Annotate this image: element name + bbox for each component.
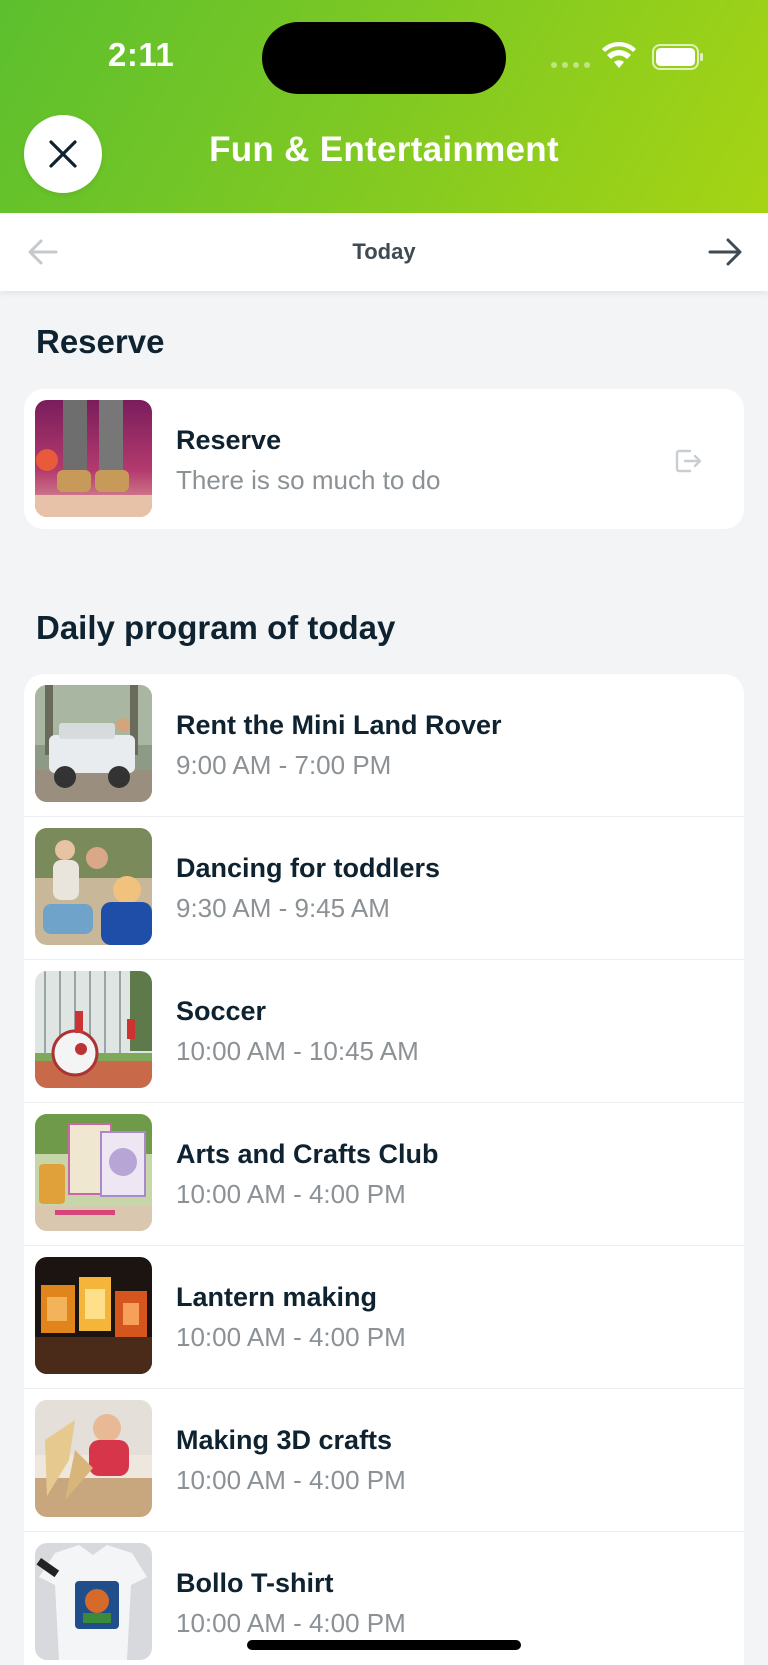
external-link-icon[interactable]	[672, 445, 704, 477]
lantern-thumbnail	[35, 1257, 152, 1374]
t-shirt-thumbnail	[35, 1543, 152, 1660]
soccer-thumbnail	[35, 971, 152, 1088]
dynamic-island	[262, 22, 506, 94]
status-time: 2:11	[108, 36, 175, 73]
reserve-row[interactable]: Reserve There is so much to do	[24, 389, 744, 529]
land-rover-thumbnail	[35, 685, 152, 802]
wifi-icon	[602, 42, 636, 68]
program-item-time: 10:00 AM - 10:45 AM	[176, 1036, 419, 1066]
program-item[interactable]: Dancing for toddlers 9:30 AM - 9:45 AM	[24, 817, 744, 960]
program-item-time: 10:00 AM - 4:00 PM	[176, 1179, 406, 1209]
program-item-time: 10:00 AM - 4:00 PM	[176, 1465, 406, 1495]
close-icon	[49, 140, 77, 168]
cellular-signal-icon	[551, 62, 590, 68]
screen: 2:11 Fun & Entertainment Today Reserve R…	[0, 0, 768, 1665]
daily-program-list: Rent the Mini Land Rover 9:00 AM - 7:00 …	[24, 674, 744, 1665]
reserve-section-title: Reserve	[36, 323, 165, 360]
reserve-item-subtitle: There is so much to do	[176, 465, 441, 495]
reserve-item-title: Reserve	[176, 425, 282, 455]
program-item-time: 9:00 AM - 7:00 PM	[176, 750, 392, 780]
program-item-title: Rent the Mini Land Rover	[176, 710, 502, 740]
date-navigator: Today	[0, 213, 768, 291]
dancing-thumbnail	[35, 828, 152, 945]
program-item-title: Bollo T-shirt	[176, 1568, 334, 1598]
program-item-title: Soccer	[176, 996, 267, 1026]
program-item-title: Dancing for toddlers	[176, 853, 441, 883]
program-item-time: 10:00 AM - 4:00 PM	[176, 1322, 406, 1352]
program-item-time: 9:30 AM - 9:45 AM	[176, 893, 390, 923]
daily-program-title: Daily program of today	[36, 609, 396, 646]
battery-icon	[652, 44, 703, 70]
header: 2:11 Fun & Entertainment	[0, 0, 768, 213]
page-title: Fun & Entertainment	[209, 130, 559, 169]
program-item[interactable]: Soccer 10:00 AM - 10:45 AM	[24, 960, 744, 1103]
program-item-time: 10:00 AM - 4:00 PM	[176, 1608, 406, 1638]
previous-day-arrow-icon[interactable]	[26, 235, 60, 269]
program-item-title: Arts and Crafts Club	[176, 1139, 439, 1169]
program-item-title: Making 3D crafts	[176, 1425, 393, 1455]
program-item[interactable]: Lantern making 10:00 AM - 4:00 PM	[24, 1246, 744, 1389]
next-day-arrow-icon[interactable]	[706, 233, 744, 271]
program-item-title: Lantern making	[176, 1282, 378, 1312]
bowling-thumbnail	[35, 400, 152, 517]
program-item[interactable]: Arts and Crafts Club 10:00 AM - 4:00 PM	[24, 1103, 744, 1246]
3d-crafts-thumbnail	[35, 1400, 152, 1517]
date-label: Today	[352, 239, 416, 264]
arts-crafts-thumbnail	[35, 1114, 152, 1231]
close-button[interactable]	[24, 115, 102, 193]
home-indicator[interactable]	[247, 1640, 521, 1650]
program-item[interactable]: Rent the Mini Land Rover 9:00 AM - 7:00 …	[24, 674, 744, 817]
program-item[interactable]: Making 3D crafts 10:00 AM - 4:00 PM	[24, 1389, 744, 1532]
reserve-card[interactable]: Reserve There is so much to do	[24, 389, 744, 529]
